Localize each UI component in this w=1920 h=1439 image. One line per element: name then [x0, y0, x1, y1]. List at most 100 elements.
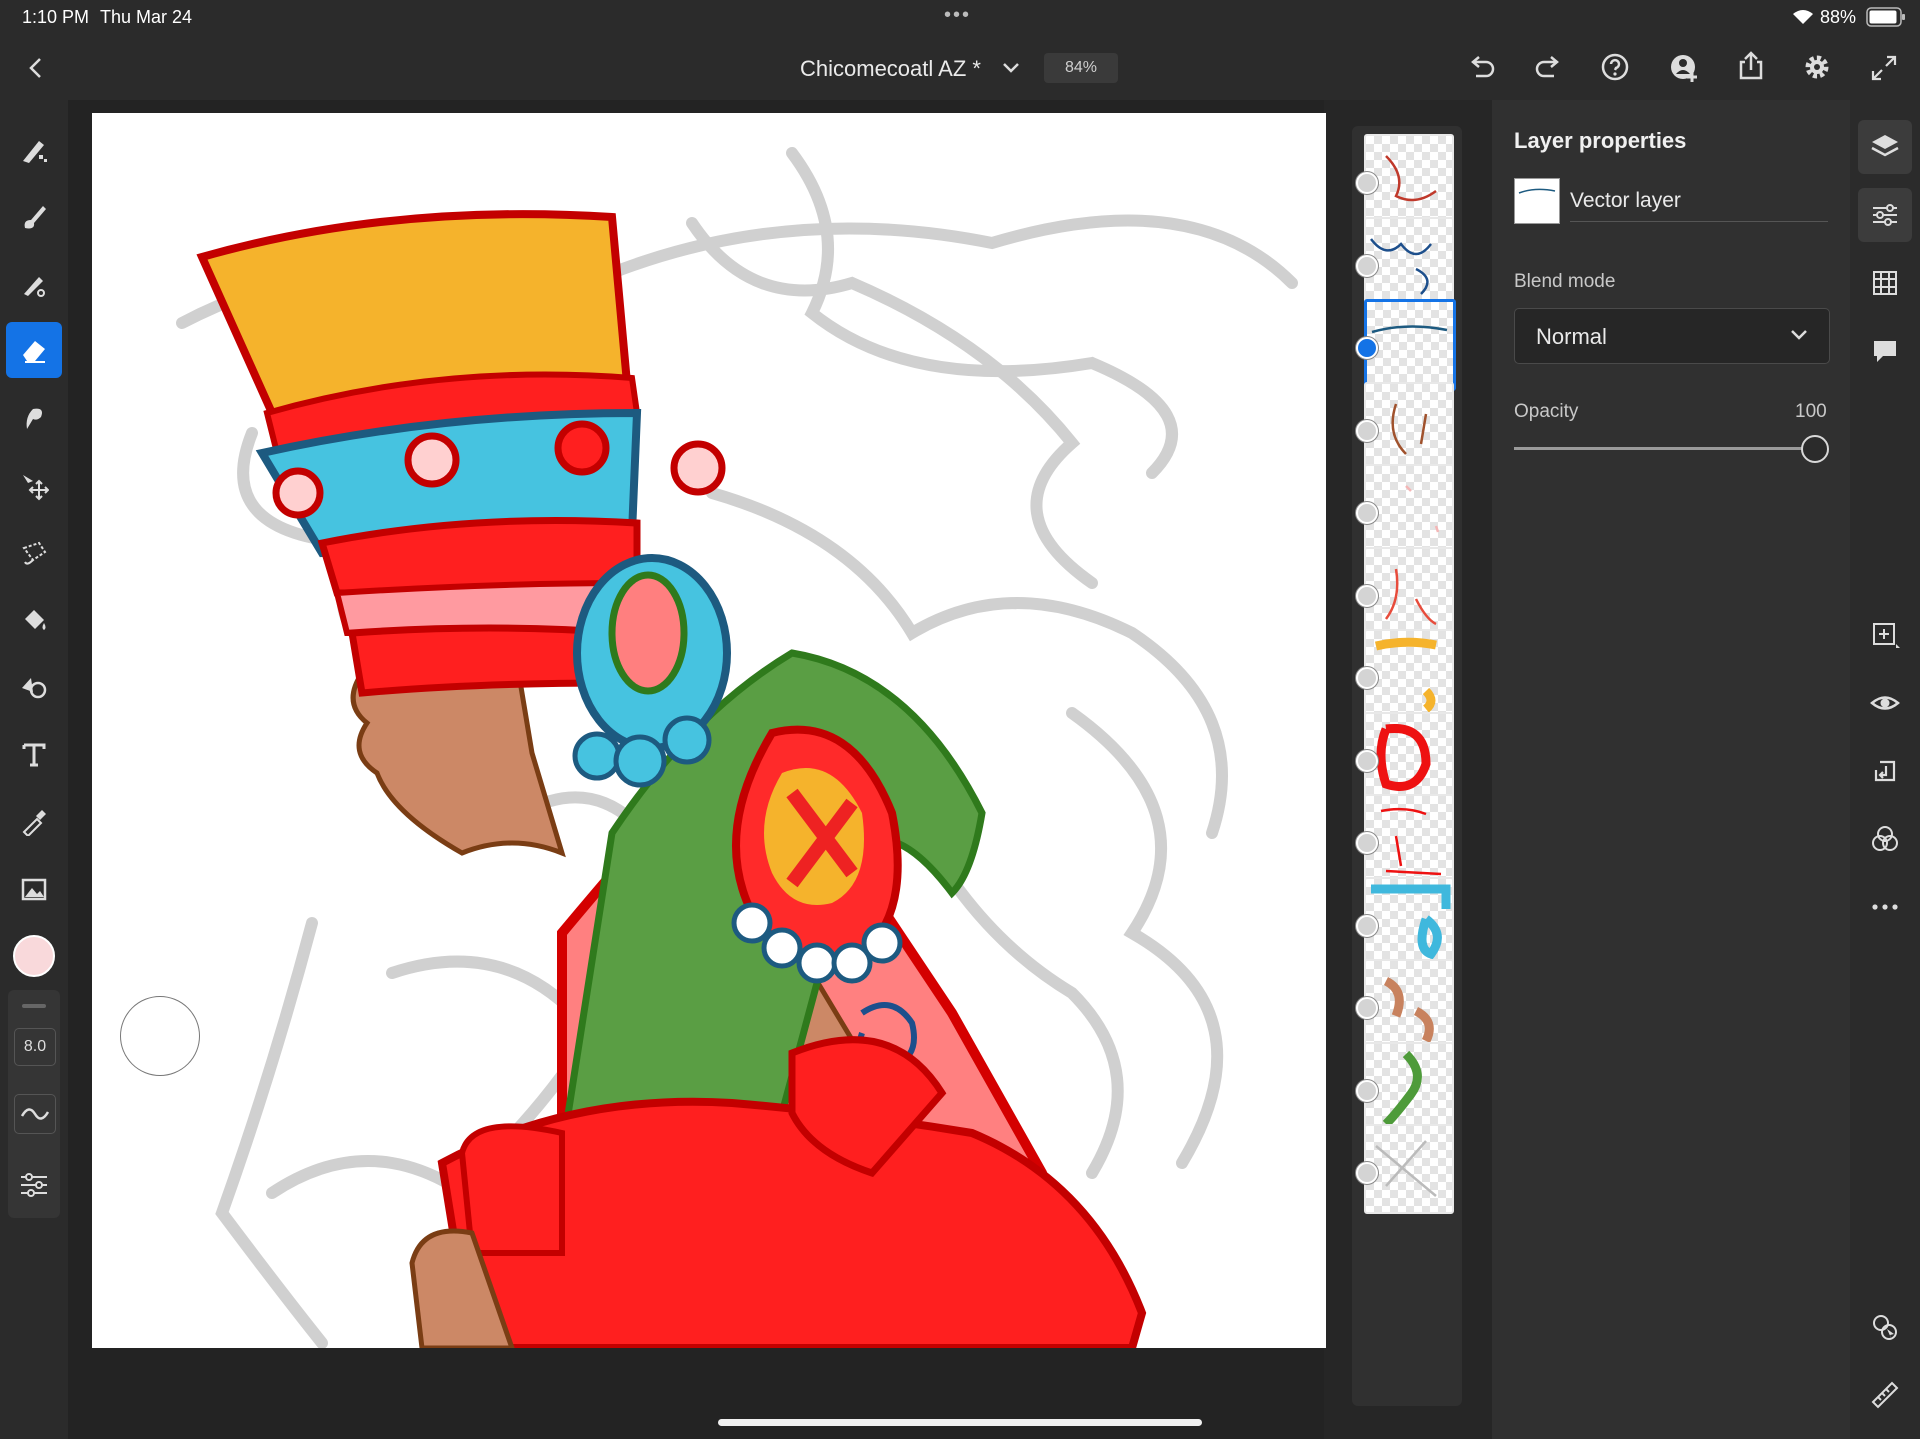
import-icon: [1874, 760, 1896, 782]
battery-icon: [1866, 7, 1905, 27]
opacity-label: Opacity: [1514, 401, 1579, 422]
layer-preview-art: [1370, 238, 1432, 295]
ruler-icon: [1871, 1381, 1899, 1409]
layer-preview-art: [1375, 1140, 1437, 1197]
dropdown-chevron-icon: [1791, 330, 1807, 340]
lasso-icon: [22, 541, 47, 565]
layer-visibility-dot[interactable]: [1356, 585, 1378, 607]
brush-size-value[interactable]: 8.0: [14, 1028, 56, 1066]
add-layer-button[interactable]: [1858, 608, 1912, 662]
eraser-icon: [23, 341, 45, 363]
image-icon: [21, 878, 47, 901]
document-title[interactable]: Chicomecoatl AZ *: [800, 56, 981, 82]
touch-shortcut-icon: [1873, 1315, 1897, 1340]
layer-visibility-button[interactable]: [1858, 676, 1912, 730]
layer-preview-art: [1405, 485, 1440, 533]
grid-button[interactable]: [1858, 256, 1912, 310]
layer-preview-art: [1391, 403, 1428, 455]
layer-visibility-dot[interactable]: [1356, 255, 1378, 277]
smoothing-wave-icon: [20, 1108, 50, 1120]
redo-icon[interactable]: [1534, 52, 1564, 82]
title-chevron-down-icon[interactable]: [1000, 58, 1022, 78]
eye-icon: [1870, 696, 1900, 710]
grid-icon: [1873, 271, 1897, 295]
image-tool[interactable]: [6, 861, 62, 917]
layer-visibility-dot[interactable]: [1356, 1162, 1378, 1184]
properties-sliders-icon: [1873, 204, 1897, 226]
smudge-tool[interactable]: [6, 390, 62, 446]
layer-visibility-dot[interactable]: [1356, 502, 1378, 524]
zoom-level[interactable]: 84%: [1044, 53, 1118, 83]
size-drag-handle[interactable]: [22, 1004, 46, 1008]
eyedropper-tool[interactable]: [6, 793, 62, 849]
layer-visibility-dot[interactable]: [1356, 832, 1378, 854]
import-button[interactable]: [1858, 744, 1912, 798]
layer-preview-art: [1384, 568, 1437, 626]
move-tool[interactable]: [6, 458, 62, 514]
eyedropper-icon: [22, 810, 46, 836]
brush-cursor-outline: [120, 996, 200, 1076]
blend-mode-label: Blend mode: [1514, 271, 1616, 292]
home-indicator[interactable]: [718, 1419, 1202, 1426]
text-tool[interactable]: [6, 726, 62, 782]
layer-visibility-dot[interactable]: [1356, 997, 1378, 1019]
panel-title: Layer properties: [1514, 128, 1687, 153]
smoothing-button[interactable]: [14, 1094, 56, 1134]
blend-layers-button[interactable]: [1858, 812, 1912, 866]
vector-brush-tool[interactable]: [6, 256, 62, 312]
opacity-value: 100: [1795, 401, 1827, 422]
text-icon: [22, 743, 46, 767]
layer-visibility-dot[interactable]: [1356, 337, 1378, 359]
layer-visibility-dot[interactable]: [1356, 667, 1378, 689]
invite-user-icon[interactable]: [1668, 52, 1700, 84]
layer-visibility-dot[interactable]: [1356, 915, 1378, 937]
eraser-tool[interactable]: [6, 322, 62, 378]
brush-settings-button[interactable]: [14, 1166, 54, 1204]
live-brush-tool[interactable]: [6, 189, 62, 245]
layer-visibility-dot[interactable]: [1356, 750, 1378, 772]
layers-icon: [1871, 135, 1899, 157]
touch-shortcut-button[interactable]: [1858, 1300, 1912, 1354]
settings-gear-icon[interactable]: [1802, 52, 1832, 82]
fullscreen-icon[interactable]: [1870, 54, 1898, 82]
sliders-icon: [21, 1173, 47, 1197]
share-icon[interactable]: [1736, 50, 1766, 82]
pixel-brush-tool[interactable]: [6, 122, 62, 178]
layer-visibility-dot[interactable]: [1356, 1080, 1378, 1102]
layer-preview-art: [1376, 723, 1431, 791]
layer-properties-button[interactable]: [1858, 188, 1912, 242]
lasso-select-tool[interactable]: [6, 525, 62, 581]
artwork-canvas[interactable]: [92, 113, 1326, 1348]
comment-icon: [1874, 341, 1896, 362]
artwork-illustration: [176, 147, 1298, 1348]
layer-visibility-dot[interactable]: [1356, 420, 1378, 442]
more-dots-icon: [1872, 904, 1898, 910]
layer-preview-art: [1371, 325, 1448, 334]
layer-name-underline: [1570, 221, 1828, 222]
layer-preview-art: [1371, 884, 1451, 960]
multitask-dots[interactable]: •••: [944, 4, 971, 27]
status-date: Thu Mar 24: [100, 7, 193, 27]
comments-button[interactable]: [1858, 324, 1912, 378]
opacity-slider-track[interactable]: [1514, 447, 1814, 450]
blend-mode-value: Normal: [1536, 324, 1607, 349]
opacity-slider-knob[interactable]: [1801, 435, 1829, 463]
venn-circles-icon: [1872, 826, 1898, 851]
layer-visibility-dot[interactable]: [1356, 172, 1378, 194]
fill-tool[interactable]: [6, 592, 62, 648]
layer-type-thumbnail: [1514, 178, 1560, 224]
more-options-button[interactable]: [1858, 880, 1912, 934]
ruler-button[interactable]: [1858, 1368, 1912, 1422]
undo-icon[interactable]: [1466, 52, 1496, 82]
help-icon[interactable]: [1600, 52, 1630, 82]
live-brush-icon: [24, 206, 46, 229]
battery-percent: 88%: [1820, 7, 1857, 27]
color-swatch[interactable]: [13, 935, 55, 977]
status-time: 1:10 PM: [22, 7, 90, 27]
back-chevron-icon[interactable]: [24, 56, 48, 80]
layer-name-field[interactable]: Vector layer: [1570, 189, 1681, 213]
layers-panel-button[interactable]: [1858, 120, 1912, 174]
layer-preview-art: [1382, 1050, 1422, 1128]
shape-tool[interactable]: [6, 659, 62, 715]
add-layer-icon: [1873, 623, 1900, 648]
